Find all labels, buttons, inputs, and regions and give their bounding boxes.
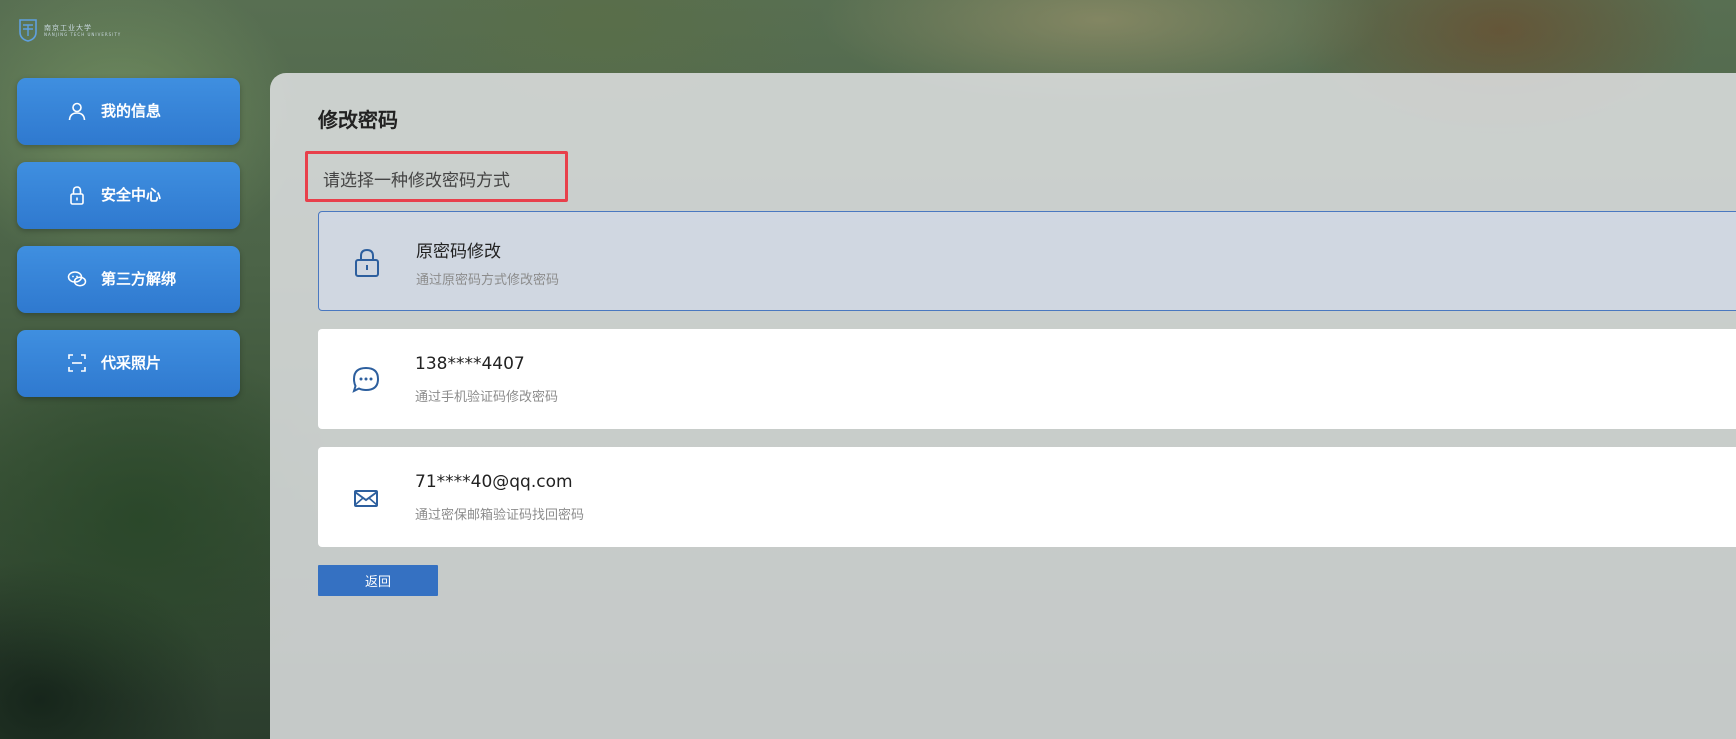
method-hint-text: 请选择一种修改密码方式 xyxy=(323,171,510,191)
option-description: 通过密保邮箱验证码找回密码 xyxy=(415,508,585,523)
sidebar-item-label: 第三方解绑 xyxy=(101,270,177,288)
option-description: 通过手机验证码修改密码 xyxy=(415,390,559,405)
chat-bubble-icon xyxy=(352,366,380,393)
mail-icon xyxy=(354,490,378,507)
lock-icon xyxy=(355,248,379,277)
option-description: 通过原密码方式修改密码 xyxy=(416,273,560,288)
option-title: 138****4407 xyxy=(415,354,525,374)
option-title: 原密码修改 xyxy=(416,242,501,262)
scan-icon xyxy=(68,354,86,372)
logo-title: 南京工业大学 xyxy=(44,23,92,32)
sidebar-item-label: 代采照片 xyxy=(101,354,162,372)
option-email-verification[interactable]: 71****40@qq.com 通过密保邮箱验证码找回密码 xyxy=(318,447,1736,547)
university-emblem-icon xyxy=(19,19,37,42)
sidebar-item-label: 我的信息 xyxy=(101,102,162,120)
sidebar-item-third-party-unbind[interactable]: 第三方解绑 xyxy=(17,246,240,313)
sidebar-item-my-info[interactable]: 我的信息 xyxy=(17,78,240,145)
back-button[interactable]: 返回 xyxy=(318,565,438,596)
method-hint-highlight: 请选择一种修改密码方式 xyxy=(305,151,568,202)
option-original-password[interactable]: 原密码修改 通过原密码方式修改密码 xyxy=(318,211,1736,311)
sidebar-item-security-center[interactable]: 安全中心 xyxy=(17,162,240,229)
sidebar-item-photo-collection[interactable]: 代采照片 xyxy=(17,330,240,397)
page-background: 南京工业大学 NANJING TECH UNIVERSITY 我的信息 安全中心… xyxy=(0,0,1736,739)
wechat-icon xyxy=(67,271,87,287)
logo-subtitle: NANJING TECH UNIVERSITY xyxy=(44,31,122,37)
university-logo[interactable]: 南京工业大学 NANJING TECH UNIVERSITY xyxy=(18,18,121,42)
sidebar-item-label: 安全中心 xyxy=(101,186,162,204)
option-phone-verification[interactable]: 138****4407 通过手机验证码修改密码 xyxy=(318,329,1736,429)
option-title: 71****40@qq.com xyxy=(415,472,573,492)
lock-icon xyxy=(70,186,84,205)
page-title: 修改密码 xyxy=(318,108,398,132)
user-icon xyxy=(68,102,86,121)
